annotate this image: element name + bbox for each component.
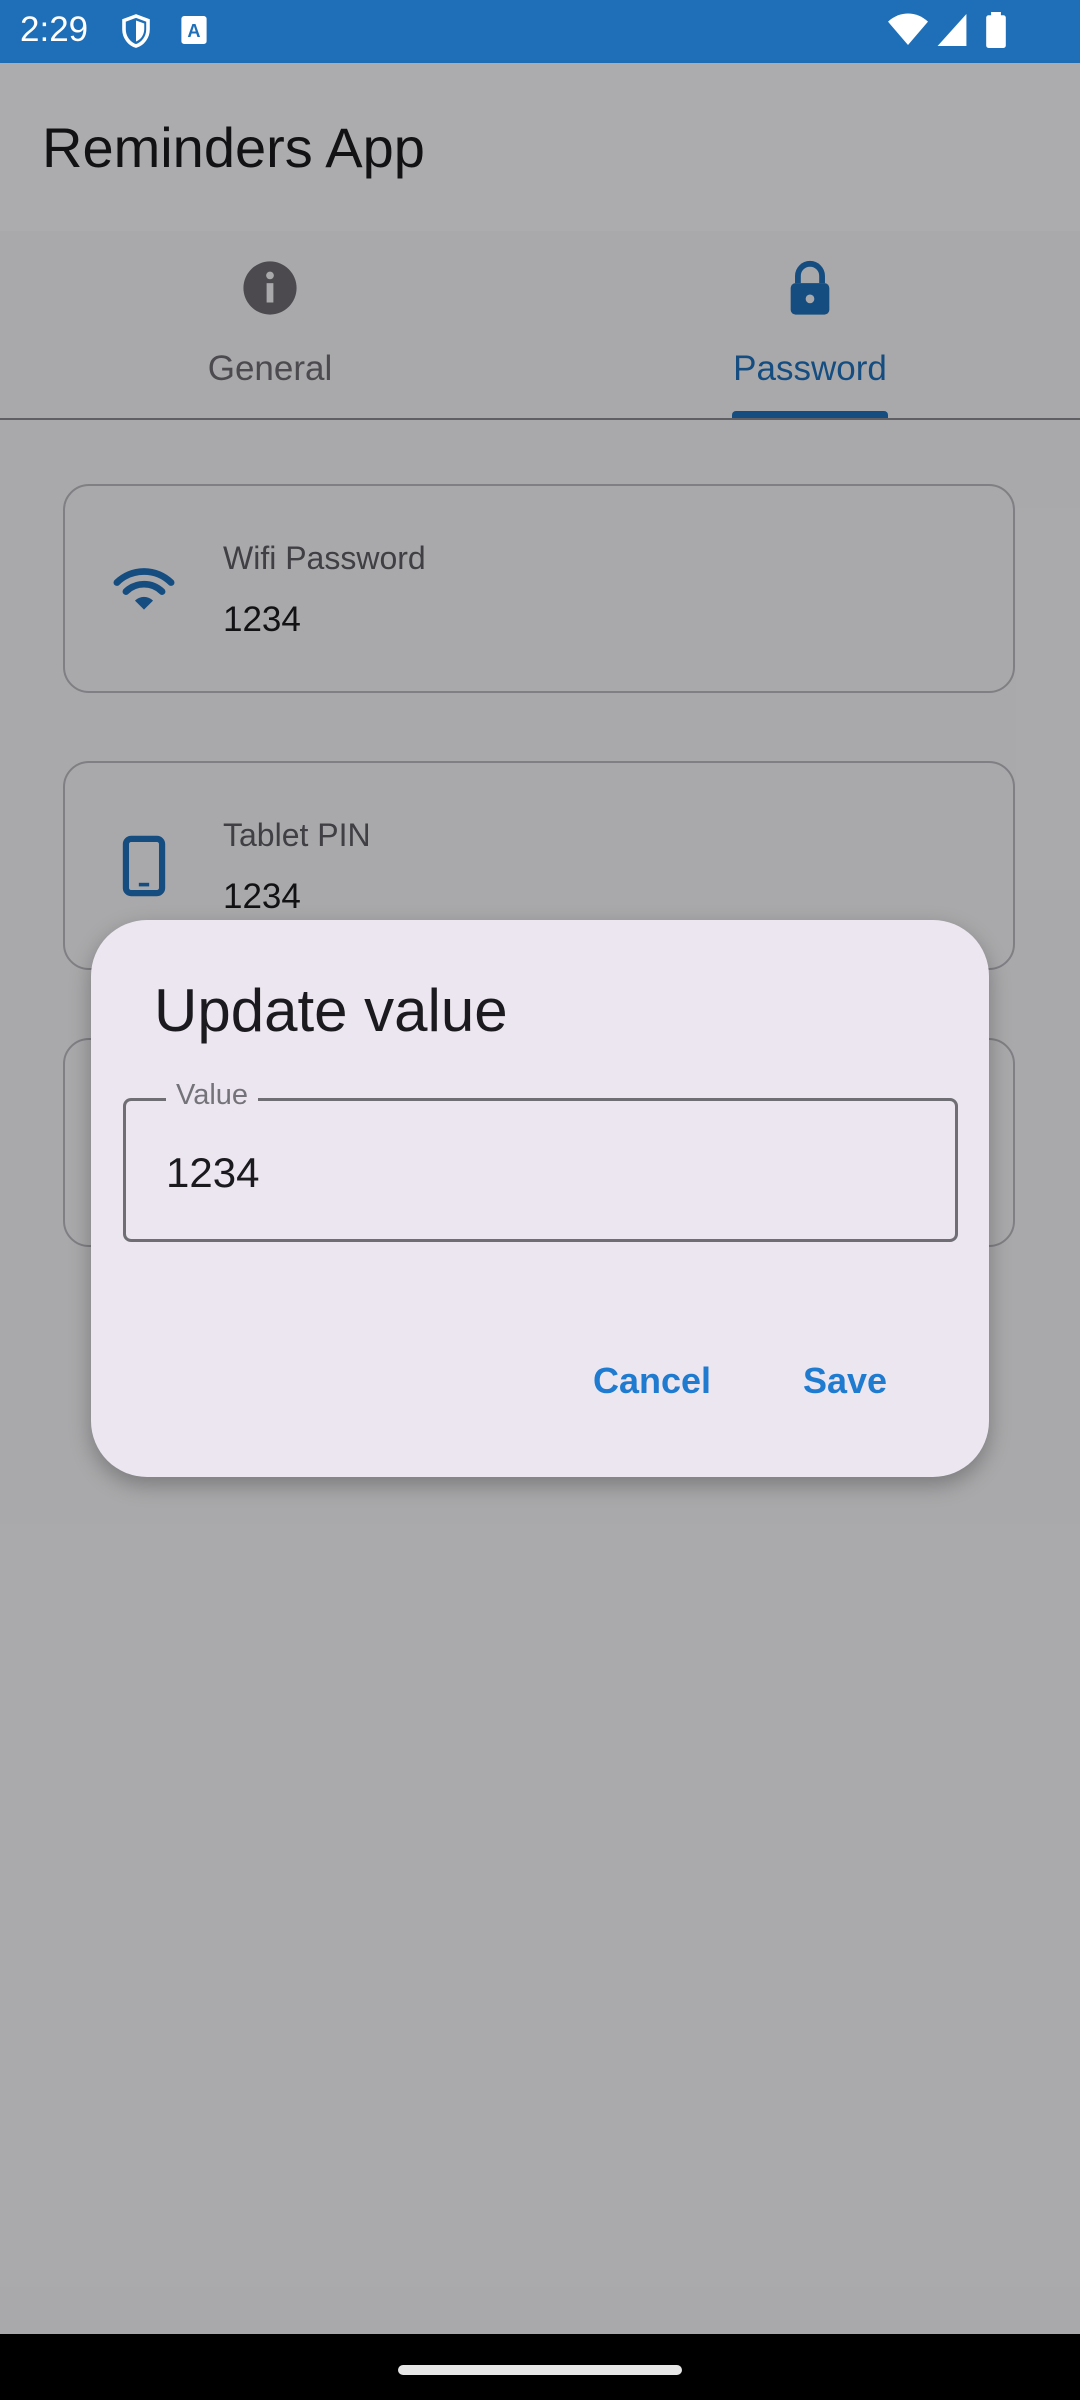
status-bar: 2:29 A xyxy=(0,0,1080,63)
shield-icon xyxy=(118,12,154,55)
battery-icon xyxy=(986,12,1006,53)
value-field-label: Value xyxy=(166,1079,259,1112)
cancel-button[interactable]: Cancel xyxy=(581,1350,723,1412)
font-a-icon: A xyxy=(180,12,208,53)
value-field[interactable]: Value xyxy=(123,1079,958,1242)
value-input[interactable] xyxy=(166,1149,866,1197)
svg-text:A: A xyxy=(187,21,200,41)
update-value-dialog: Update value Value Cancel Save xyxy=(91,920,989,1477)
home-handle[interactable] xyxy=(398,2365,682,2375)
dialog-title: Update value xyxy=(154,977,508,1044)
status-time: 2:29 xyxy=(20,10,89,49)
save-button[interactable]: Save xyxy=(791,1350,899,1412)
signal-icon xyxy=(936,12,968,53)
wifi-icon xyxy=(888,12,928,53)
navigation-bar xyxy=(0,2334,1080,2400)
